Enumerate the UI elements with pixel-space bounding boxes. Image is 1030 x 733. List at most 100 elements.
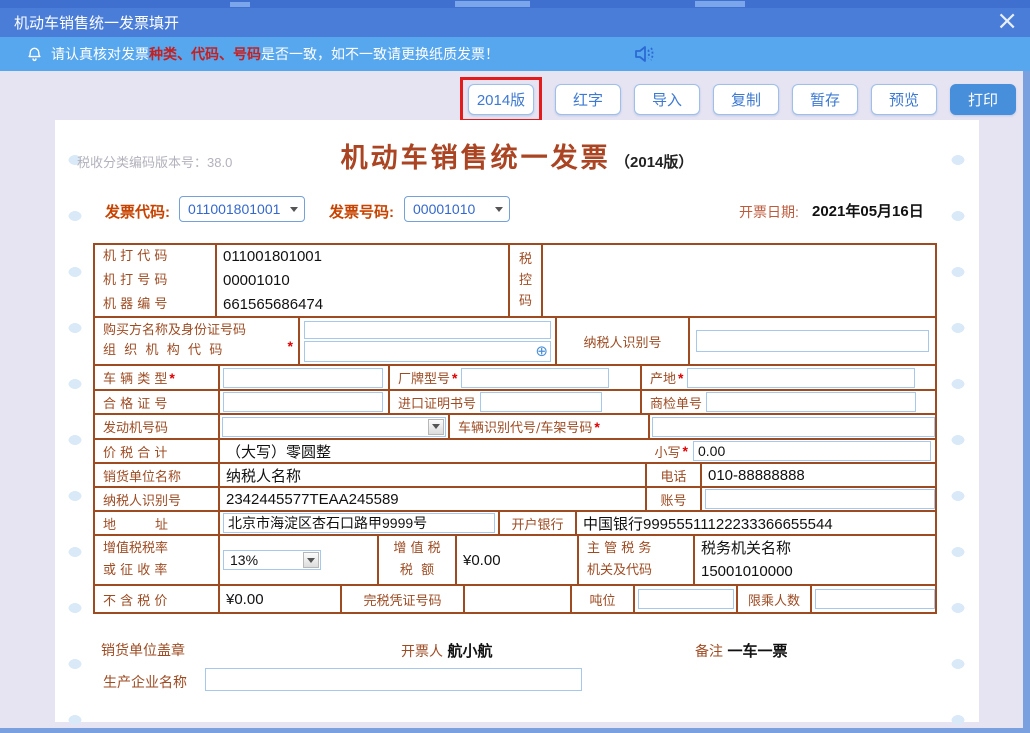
buyer-label-line2: 组 织 机 构 代 码	[95, 341, 222, 361]
brand-model-label: 厂牌型号	[390, 368, 450, 387]
decorative-fragment	[695, 1, 745, 7]
decorative-fragment	[230, 2, 250, 7]
title-bar: 机动车销售统一发票填开 ×	[0, 8, 1030, 37]
red-letter-button[interactable]: 红字	[555, 84, 621, 115]
remark-label: 备注	[695, 644, 723, 660]
buyer-row: 购买方名称及身份证号码 组 织 机 构 代 码 * ⊕ 纳税人识别号	[95, 318, 935, 366]
buyer-name-input[interactable]	[304, 321, 551, 339]
machine-number-value: 00001010	[217, 269, 290, 293]
vat-rate-select[interactable]: 13%	[223, 550, 321, 570]
notice-text-highlight: 种类、代码、号码	[149, 44, 261, 64]
seller-name-row: 销货单位名称 纳税人名称 电话 010-88888888	[95, 464, 935, 488]
dialog-title: 机动车销售统一发票填开	[0, 12, 179, 33]
drawer-label: 开票人	[401, 644, 443, 660]
version-2014-button[interactable]: 2014版	[468, 84, 534, 115]
bell-icon	[26, 45, 43, 63]
required-mark: *	[676, 370, 683, 386]
total-small-input[interactable]	[693, 441, 931, 461]
required-mark: *	[681, 443, 688, 459]
certificate-row: 合 格 证 号 进口证明书号 商检单号	[95, 391, 935, 415]
total-small-label: 小写	[655, 442, 681, 461]
origin-input[interactable]	[687, 368, 915, 388]
tax-cert-no-label: 完税凭证号码	[363, 590, 441, 609]
chevron-down-icon	[428, 419, 444, 435]
tonnage-input[interactable]	[638, 589, 734, 609]
seller-name-label: 销货单位名称	[95, 466, 181, 485]
manufacturer-input[interactable]	[205, 668, 582, 691]
engine-no-label: 发动机号码	[95, 417, 168, 436]
address-input[interactable]	[223, 513, 495, 533]
tax-control-code-label: 税控码	[510, 249, 541, 312]
invoice-code-select[interactable]: 011001801001	[179, 196, 305, 222]
import-cert-input[interactable]	[480, 392, 602, 412]
vehicle-type-label: 车 辆 类 型	[95, 368, 167, 387]
import-button[interactable]: 导入	[634, 84, 700, 115]
manufacturer-label: 生产企业名称	[103, 672, 187, 692]
authority-label-line2: 机关及代码	[579, 560, 652, 582]
address-bank-row: 地 址 开户银行 中国银行99955511122233366655544	[95, 512, 935, 536]
cert-no-input[interactable]	[223, 392, 383, 412]
background-window-strip	[0, 0, 1030, 8]
tonnage-label: 吨位	[589, 590, 615, 609]
invoice-title-text: 机动车销售统一发票	[341, 143, 611, 174]
authority-label-line1: 主 管 税 务	[579, 538, 651, 560]
invoice-title-version: （2014版）	[615, 154, 693, 171]
invoice-number-value: 00001010	[413, 201, 475, 217]
price-excl-tax-label: 不 含 税 价	[95, 590, 167, 609]
vat-amount-label-line2: 税 额	[400, 560, 434, 582]
vehicle-type-input[interactable]	[223, 368, 383, 388]
save-draft-button[interactable]: 暂存	[792, 84, 858, 115]
decorative-fragment	[455, 1, 530, 7]
machine-code-label: 机 打 代 码	[95, 245, 167, 269]
seal-row: 销货单位盖章 开票人 航小航 备注 一车一票	[55, 640, 979, 660]
total-uppercase-value: （大写）零圆整	[220, 441, 331, 462]
drawer-name: 航小航	[447, 643, 492, 660]
authority-name-value: 税务机关名称	[695, 537, 791, 560]
bottom-detail-row: 不 含 税 价 ¥0.00 完税凭证号码 吨位 限乘人数	[95, 586, 935, 612]
preview-button[interactable]: 预览	[871, 84, 937, 115]
inspection-no-label: 商检单号	[642, 393, 702, 412]
required-mark: *	[592, 419, 599, 435]
chevron-down-icon	[290, 207, 298, 212]
vehicle-type-row: 车 辆 类 型* 厂牌型号* 产地*	[95, 366, 935, 391]
tax-cert-no-cell	[465, 586, 572, 612]
phone-label: 电话	[660, 466, 686, 485]
machine-number-label: 机 打 号 码	[95, 269, 167, 293]
buyer-taxpayer-id-input[interactable]	[696, 330, 929, 352]
seller-name-value: 纳税人名称	[220, 465, 301, 486]
required-mark: *	[167, 370, 174, 386]
vat-amount-value: ¥0.00	[457, 552, 501, 569]
tax-control-code-cell	[543, 245, 935, 316]
close-icon[interactable]: ×	[996, 6, 1018, 36]
toolbar: 2014版 红字 导入 复制 暂存 预览 打印	[460, 77, 1016, 122]
invoice-code-value: 011001801001	[188, 201, 280, 217]
vat-rate-value: 13%	[230, 552, 303, 568]
passenger-limit-input[interactable]	[815, 589, 935, 609]
add-buyer-icon[interactable]: ⊕	[535, 342, 548, 360]
account-input[interactable]	[705, 489, 935, 509]
cert-no-label: 合 格 证 号	[95, 393, 167, 412]
notice-bar: 请认真核对发票种类、代码、号码是否一致，如不一致请更换纸质发票！	[0, 37, 1030, 71]
vin-input[interactable]	[652, 417, 935, 437]
bank-value: 中国银行99955511122233366655544	[577, 513, 833, 534]
print-button[interactable]: 打印	[950, 84, 1016, 115]
engine-vin-row: 发动机号码 车辆识别代号/车架号码*	[95, 415, 935, 440]
origin-label: 产地	[642, 368, 676, 387]
import-cert-label: 进口证明书号	[390, 393, 476, 412]
vat-rate-label-line2: 或 征 收 率	[95, 560, 167, 582]
buyer-taxpayer-id-label: 纳税人识别号	[583, 332, 661, 351]
notice-text-post: 是否一致，如不一致请更换纸质发票！	[261, 44, 499, 64]
seller-taxid-label: 纳税人识别号	[95, 490, 181, 509]
window-right-edge	[1023, 71, 1030, 733]
notice-text-pre: 请认真核对发票	[51, 44, 149, 64]
window-bottom-edge	[0, 728, 1030, 733]
copy-button[interactable]: 复制	[713, 84, 779, 115]
invoice-table: 机 打 代 码 机 打 号 码 机 器 编 号 011001801001 000…	[93, 243, 937, 614]
speaker-icon[interactable]	[632, 43, 656, 68]
buyer-org-code-input[interactable]	[304, 341, 551, 362]
inspection-no-input[interactable]	[706, 392, 916, 412]
brand-model-input[interactable]	[461, 368, 609, 388]
invoice-number-select[interactable]: 00001010	[404, 196, 510, 222]
invoice-code-label: 发票代码:	[105, 201, 170, 222]
engine-no-select[interactable]	[222, 417, 446, 437]
